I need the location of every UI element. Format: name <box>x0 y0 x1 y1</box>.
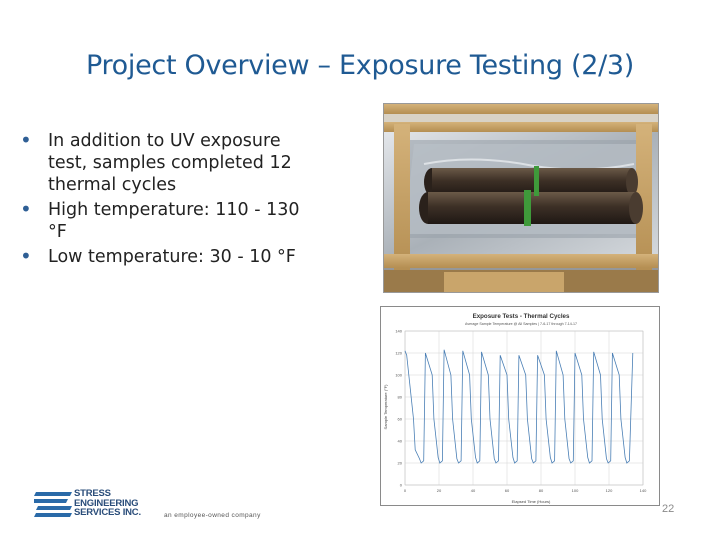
x-tick-label: 0 <box>404 488 407 493</box>
bullet-dot-icon: • <box>20 244 32 268</box>
y-tick-label: 0 <box>400 483 403 488</box>
y-tick-label: 140 <box>395 329 402 334</box>
y-tick-label: 60 <box>398 417 403 422</box>
x-tick-label: 120 <box>606 488 613 493</box>
x-tick-label: 100 <box>572 488 579 493</box>
chart-subtitle: Average Sample Temperature @ All Samples… <box>465 322 577 326</box>
chart-title: Exposure Tests - Thermal Cycles <box>473 313 570 320</box>
x-tick-label: 80 <box>539 488 544 493</box>
logo-mark-icon <box>34 492 72 517</box>
logo-wordmark: STRESS ENGINEERING SERVICES INC. <box>74 489 141 518</box>
slide-title: Project Overview – Exposure Testing (2/3… <box>85 50 635 81</box>
bullet-item: • Low temperature: 30 - 10 °F <box>18 244 318 268</box>
y-tick-label: 80 <box>398 395 403 400</box>
bullet-list: • In addition to UV exposure test, sample… <box>18 128 318 271</box>
bullet-text: Low temperature: 30 - 10 °F <box>48 247 296 267</box>
x-tick-label: 20 <box>437 488 442 493</box>
bullet-text: High temperature: 110 - 130 °F <box>48 200 300 242</box>
x-axis-label: Elapsed Time (Hours) <box>512 499 551 504</box>
crate-photo-image <box>384 104 658 292</box>
exposure-crate-photo <box>383 103 659 293</box>
page-number: 22 <box>662 503 675 515</box>
bullet-dot-icon: • <box>20 197 32 221</box>
x-tick-label: 40 <box>471 488 476 493</box>
logo-tagline: an employee-owned company <box>164 512 261 519</box>
y-tick-label: 100 <box>395 373 402 378</box>
y-tick-label: 20 <box>398 461 403 466</box>
bullet-dot-icon: • <box>20 128 32 152</box>
x-tick-label: 140 <box>640 488 647 493</box>
y-tick-label: 40 <box>398 439 403 444</box>
y-tick-label: 120 <box>395 351 402 356</box>
bullet-item: • In addition to UV exposure test, sample… <box>18 128 318 196</box>
bullet-item: • High temperature: 110 - 130 °F <box>18 197 318 243</box>
logo-line-3: SERVICES INC. <box>74 507 141 518</box>
bullet-text: In addition to UV exposure test, samples… <box>48 131 292 195</box>
x-tick-label: 60 <box>505 488 510 493</box>
chart-svg: Exposure Tests - Thermal Cycles Average … <box>383 313 647 504</box>
y-axis-label: Sample Temperature (°F) <box>383 384 388 430</box>
thermal-cycles-chart: Exposure Tests - Thermal Cycles Average … <box>380 306 660 506</box>
